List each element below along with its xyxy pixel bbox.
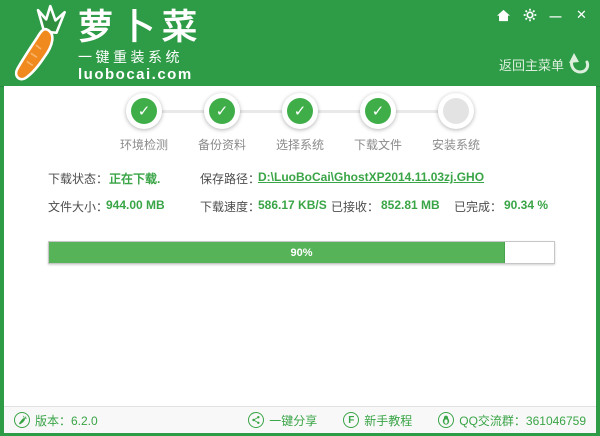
check-icon: ✓ [131,98,157,124]
speed-value: 586.17 KB/S [258,198,327,212]
received-value: 852.81 MB [381,198,440,212]
step-backup: ✓ 备份资料 [183,93,261,153]
path-label: 保存路径： [200,170,260,187]
return-main-menu-button[interactable]: 返回主菜单 [499,52,590,76]
app-domain: luobocai.com [78,66,204,84]
tutorial-icon: F [343,412,359,428]
version-info: 版本：6.2.0 [14,412,98,429]
completed-label: 已完成： [454,198,502,215]
close-icon: ✕ [576,7,587,23]
qq-penguin-icon [438,412,454,428]
window-controls: — ✕ [495,7,590,23]
minimize-button[interactable]: — [547,7,564,23]
gear-icon [523,8,537,22]
step-label: 环境检测 [120,136,168,153]
return-main-menu-label: 返回主菜单 [499,55,564,74]
step-select-system: ✓ 选择系统 [261,93,339,153]
completed-value: 90.34 % [504,198,548,212]
file-size-value: 944.00 MB [106,198,165,212]
share-icon [248,412,264,428]
step-label: 选择系统 [276,136,324,153]
step-indicator: ✓ 环境检测 ✓ 备份资料 ✓ 选择系统 ✓ 下载文件 安装系统 [4,93,596,157]
info-row-2: 文件大小： 944.00 MB 下载速度： 586.17 KB/S 已接收： 8… [4,198,596,226]
header: 萝卜菜 一键重装系统 luobocai.com — ✕ 返回主菜单 [0,0,600,87]
home-button[interactable] [495,7,512,23]
step-label: 安装系统 [432,136,480,153]
settings-button[interactable] [521,7,538,23]
logo-text: 萝卜菜 一键重装系统 luobocai.com [78,8,204,84]
share-label: 一键分享 [269,412,317,429]
step-label: 下载文件 [354,136,402,153]
return-arrow-icon [566,52,590,76]
received-label: 已接收： [331,198,379,215]
tutorial-button[interactable]: F 新手教程 [343,412,412,429]
version-carrot-icon [14,412,30,428]
download-info: 下载状态： 正在下载. 保存路径： D:\LuoBoCai\GhostXP201… [4,170,596,226]
tutorial-label: 新手教程 [364,412,412,429]
carrot-logo-icon [8,4,68,82]
app-subtitle: 一键重装系统 [78,49,204,66]
step-env-check: ✓ 环境检测 [105,93,183,153]
home-icon [496,9,511,22]
check-icon: ✓ [365,98,391,124]
qq-group-button[interactable]: QQ交流群：361046759 [438,412,586,429]
qq-group-label: QQ交流群：361046759 [459,412,586,429]
minimize-icon: — [550,9,562,23]
close-button[interactable]: ✕ [573,7,590,23]
share-button[interactable]: 一键分享 [248,412,317,429]
app-window: 萝卜菜 一键重装系统 luobocai.com — ✕ 返回主菜单 [0,0,600,436]
status-label: 下载状态： [48,170,108,187]
speed-label: 下载速度： [200,198,260,215]
check-icon: ✓ [287,98,313,124]
step-download: ✓ 下载文件 [339,93,417,153]
step-install: 安装系统 [417,93,495,153]
progress-percent-text: 90% [49,242,554,263]
pending-circle [443,98,469,124]
progress-bar: 90% [48,241,555,264]
step-label: 备份资料 [198,136,246,153]
version-label: 版本：6.2.0 [35,412,98,429]
app-title: 萝卜菜 [78,8,204,48]
info-row-1: 下载状态： 正在下载. 保存路径： D:\LuoBoCai\GhostXP201… [4,170,596,198]
file-size-label: 文件大小： [48,198,108,215]
check-icon: ✓ [209,98,235,124]
main-content: ✓ 环境检测 ✓ 备份资料 ✓ 选择系统 ✓ 下载文件 安装系统 [4,86,596,433]
save-path-link[interactable]: D:\LuoBoCai\GhostXP2014.11.03zj.GHO [258,170,484,184]
status-value: 正在下载. [109,170,160,187]
footer-bar: 版本：6.2.0 一键分享 F 新手教程 QQ交 [4,406,596,433]
